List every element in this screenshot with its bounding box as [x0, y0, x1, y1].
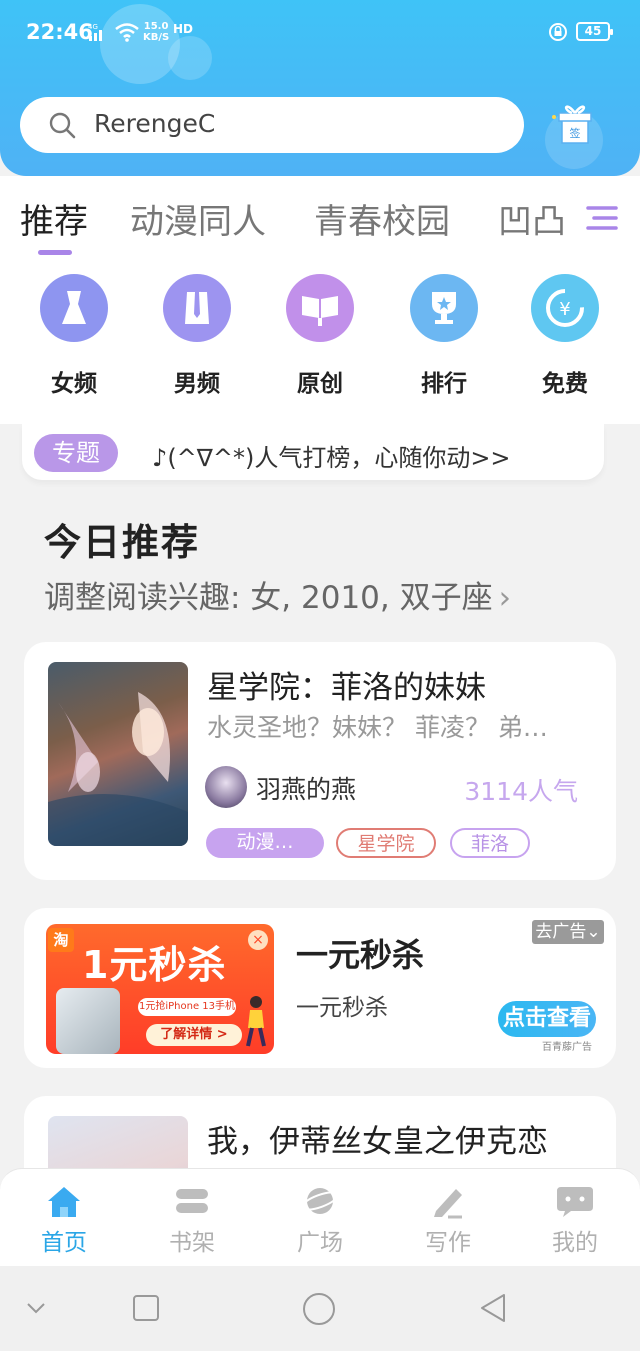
- ad-card[interactable]: 淘 1元秒杀 × 1元抢iPhone 13手机 了解详情 > 一元秒杀 一元秒杀…: [24, 908, 616, 1068]
- system-navigation-bar: [0, 1266, 640, 1351]
- ad-image-button: 了解详情 >: [146, 1024, 242, 1046]
- ad-image-headline: 1元秒杀: [82, 943, 227, 987]
- network-speed: 15.0 KB/S: [143, 21, 170, 43]
- tab-aotu[interactable]: 凹凸: [498, 194, 566, 243]
- section-title: 今日推荐: [44, 521, 200, 564]
- bookshelf-icon: [176, 1189, 208, 1213]
- battery-indicator: 45: [576, 22, 613, 41]
- recent-apps-icon[interactable]: [132, 1294, 160, 1322]
- phone-image: [56, 988, 120, 1054]
- pen-icon: [434, 1189, 462, 1219]
- book-cover: [48, 662, 188, 846]
- nav-ranking-label: 排行: [421, 371, 467, 397]
- topic-text: ♪(^∇^*)人气打榜，心随你动>>: [152, 444, 511, 472]
- view-ad-button[interactable]: 点击查看: [498, 1001, 596, 1037]
- nav-free[interactable]: ¥ 免费: [517, 274, 613, 398]
- shirt-icon: [163, 274, 231, 342]
- book-card[interactable]: 星学院：菲洛的妹妹 水灵圣地？妹妹？ 菲凌？ 弟… 羽燕的燕 3114人气 动漫…: [24, 642, 616, 880]
- chat-bubble-icon: [557, 1187, 593, 1217]
- search-input[interactable]: RerengeC: [94, 109, 215, 138]
- ad-image: 淘 1元秒杀 × 1元抢iPhone 13手机 了解详情 >: [46, 924, 274, 1054]
- dress-icon: [40, 274, 108, 342]
- book-icon: [286, 274, 354, 342]
- app-root: 22:46 4G 15.0 KB/S HD 45 RerengeC 签 推荐 动…: [0, 0, 640, 1351]
- sign-in-gift-icon[interactable]: 签: [544, 95, 604, 169]
- active-tab-indicator: [38, 250, 72, 255]
- nav-male-label: 男频: [174, 371, 220, 397]
- search-bar[interactable]: RerengeC: [20, 97, 524, 153]
- search-icon: [49, 112, 76, 139]
- ad-subtitle: 一元秒杀: [296, 995, 388, 1021]
- home-icon: [48, 1187, 80, 1217]
- trophy-icon: [410, 274, 478, 342]
- book-title: 星学院：菲洛的妹妹: [207, 670, 486, 706]
- nav-female[interactable]: 女频: [26, 274, 122, 398]
- topic-badge: 专题: [34, 434, 118, 472]
- signal-icon: 4G: [88, 23, 102, 41]
- nav-original-label: 原创: [297, 371, 343, 397]
- ad-image-caption: 1元抢iPhone 13手机: [138, 998, 236, 1016]
- book-description: 水灵圣地？妹妹？ 菲凌？ 弟…: [207, 713, 548, 742]
- author-avatar: [205, 766, 247, 808]
- topic-banner[interactable]: 专题 ♪(^∇^*)人气打榜，心随你动>>: [22, 424, 604, 480]
- person-figure-icon: [246, 996, 266, 1047]
- status-time: 22:46: [26, 20, 93, 44]
- nav-home[interactable]: 首页: [24, 1183, 104, 1257]
- menu-icon: [586, 206, 618, 230]
- nav-free-label: 免费: [542, 371, 588, 397]
- nav-male[interactable]: 男频: [149, 274, 245, 398]
- tab-anime[interactable]: 动漫同人: [130, 194, 266, 243]
- nav-ranking[interactable]: 排行: [396, 274, 492, 398]
- category-tabs: 推荐 动漫同人 青春校园 凹凸: [0, 176, 640, 256]
- popularity-count: 3114人气: [464, 777, 578, 806]
- book-tag[interactable]: 动漫…: [206, 828, 324, 858]
- ad-title: 一元秒杀: [296, 936, 425, 974]
- nav-home-label: 首页: [41, 1230, 87, 1256]
- book-tag[interactable]: 星学院: [336, 828, 436, 858]
- remove-ad-button[interactable]: 去广告⌄: [532, 920, 604, 944]
- wifi-icon: [115, 23, 139, 42]
- ad-source-label: 百青藤广告: [542, 1042, 592, 1053]
- hd-indicator: HD: [173, 22, 194, 36]
- nav-square[interactable]: 广场: [280, 1183, 360, 1257]
- nav-write-label: 写作: [425, 1230, 471, 1256]
- nav-original[interactable]: 原创: [272, 274, 368, 398]
- bottom-navigation: 首页 书架 广场 写作 我的: [0, 1168, 640, 1266]
- book-title: 我，伊蒂丝女皇之伊克恋: [207, 1124, 548, 1160]
- book-tag[interactable]: 菲洛: [450, 828, 530, 858]
- nav-me[interactable]: 我的: [535, 1183, 615, 1257]
- nav-me-label: 我的: [552, 1230, 598, 1256]
- chevron-right-icon: ›: [498, 580, 512, 616]
- yuan-icon: ¥: [531, 274, 599, 342]
- taobao-logo: 淘: [48, 928, 74, 952]
- nav-square-label: 广场: [297, 1230, 343, 1256]
- rotation-lock-icon: [549, 23, 567, 41]
- nav-bookshelf[interactable]: 书架: [152, 1183, 232, 1257]
- home-button-icon[interactable]: [302, 1292, 336, 1326]
- author-name: 羽燕的燕: [256, 775, 357, 804]
- quick-nav: 女频 男频 原创 排行 ¥ 免费: [0, 256, 640, 424]
- reading-interest-link[interactable]: 调整阅读兴趣: 女, 2010, 双子座 ›: [44, 572, 511, 617]
- planet-icon: [301, 1188, 339, 1214]
- reading-interest-text: 调整阅读兴趣: 女, 2010, 双子座: [44, 580, 493, 616]
- collapse-icon[interactable]: [24, 1298, 48, 1318]
- network-label: 4G: [88, 23, 98, 31]
- header: 22:46 4G 15.0 KB/S HD 45 RerengeC 签: [0, 0, 640, 176]
- nav-write[interactable]: 写作: [408, 1183, 488, 1257]
- ad-image-close-icon: ×: [248, 930, 268, 950]
- svg-text:¥: ¥: [559, 299, 570, 320]
- nav-female-label: 女频: [51, 371, 97, 397]
- back-icon[interactable]: [478, 1292, 510, 1324]
- svg-text:签: 签: [570, 126, 581, 140]
- tab-campus[interactable]: 青春校园: [314, 194, 450, 243]
- tab-recommend[interactable]: 推荐: [20, 194, 88, 243]
- more-categories-button[interactable]: [578, 198, 628, 238]
- status-bar: 22:46 4G 15.0 KB/S HD 45: [0, 18, 640, 48]
- nav-bookshelf-label: 书架: [169, 1230, 215, 1256]
